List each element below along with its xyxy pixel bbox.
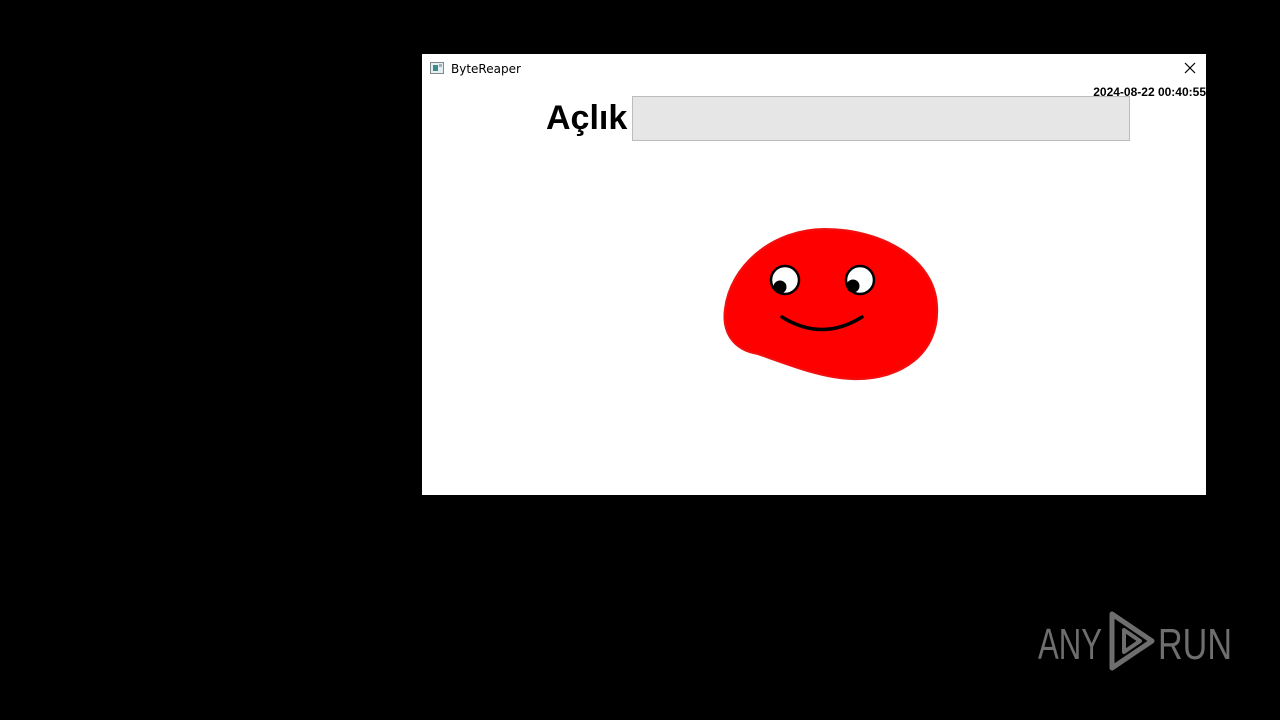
app-icon [430,62,444,74]
watermark-text-left: ANY [1038,620,1102,669]
close-button[interactable] [1178,57,1202,79]
desktop: ByteReaper 2024-08-22 00:40:55 Açlık ANY… [0,0,1280,720]
pet-body [723,227,939,381]
pet-left-eye [769,264,801,296]
app-window: ByteReaper 2024-08-22 00:40:55 Açlık [422,54,1206,495]
title-bar[interactable]: ByteReaper [422,54,1206,84]
watermark-text-right: RUN [1158,620,1232,669]
hunger-progress-bar [632,96,1130,141]
close-icon [1184,62,1196,74]
anyrun-watermark: ANY RUN [1038,611,1232,671]
play-logo-icon [1109,611,1155,671]
pet-right-eye [844,264,876,296]
hunger-label: Açlık [546,99,628,137]
window-title: ByteReaper [451,62,521,76]
pet-creature[interactable] [722,226,942,386]
